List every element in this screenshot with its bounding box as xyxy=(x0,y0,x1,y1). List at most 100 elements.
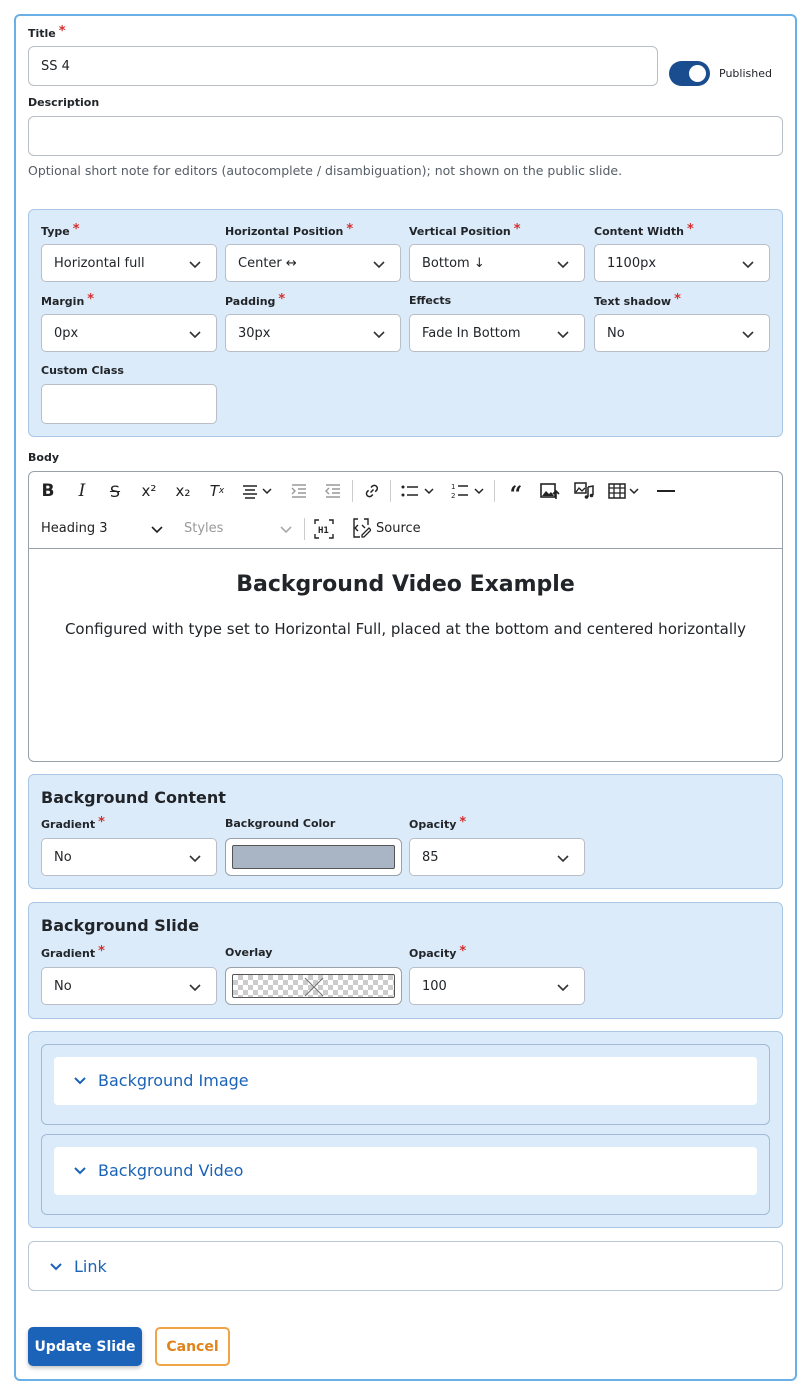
toggle-knob xyxy=(689,65,706,82)
title-label: Title * xyxy=(28,24,66,40)
margin-label: Margin * xyxy=(41,292,95,308)
hpos-select[interactable]: Center ↔ xyxy=(225,244,401,282)
bg-slide-gradient-select[interactable]: No xyxy=(41,967,217,1005)
type-label: Type * xyxy=(41,222,80,238)
type-select[interactable]: Horizontal full xyxy=(41,244,217,282)
published-toggle[interactable] xyxy=(669,61,710,86)
transparent-swatch xyxy=(232,974,395,998)
padding-label: Padding * xyxy=(225,292,286,308)
italic-icon[interactable]: I xyxy=(69,479,95,503)
chevron-down-icon xyxy=(189,331,201,339)
content-heading[interactable]: Background Video Example xyxy=(29,572,782,597)
description-input[interactable] xyxy=(28,116,783,156)
bulleted-list-icon[interactable] xyxy=(397,479,423,503)
rich-text-editor[interactable]: B I S x² x₂ Tx 12 “ Heading 3 Styles H1 … xyxy=(28,471,783,762)
effects-label: Effects xyxy=(409,294,452,307)
color-swatch xyxy=(232,845,395,869)
content-paragraph[interactable]: Configured with type set to Horizontal F… xyxy=(29,620,782,638)
editor-divider xyxy=(29,548,782,549)
chevron-down-icon xyxy=(557,984,569,992)
numbered-list-icon[interactable]: 12 xyxy=(447,479,473,503)
insert-image-icon[interactable] xyxy=(537,479,563,503)
chevron-down-icon[interactable] xyxy=(626,479,642,503)
toolbar-divider xyxy=(494,480,495,502)
bg-color-label: Background Color xyxy=(225,817,336,830)
padding-select[interactable]: 30px xyxy=(225,314,401,352)
strikethrough-icon[interactable]: S xyxy=(102,479,128,503)
editor-toolbar-row-2: Heading 3 Styles H1 Source xyxy=(29,510,782,548)
chevron-down-icon xyxy=(742,261,754,269)
chevron-down-icon[interactable] xyxy=(421,479,437,503)
published-label: Published xyxy=(719,67,772,80)
subscript-icon[interactable]: x₂ xyxy=(170,479,196,503)
cancel-button[interactable]: Cancel xyxy=(155,1327,230,1366)
bg-content-opacity-label: Opacity * xyxy=(409,815,467,831)
source-button[interactable]: Source xyxy=(376,521,421,536)
chevron-down-icon xyxy=(189,984,201,992)
bg-content-opacity-select[interactable]: 85 xyxy=(409,838,585,876)
width-label: Content Width * xyxy=(594,222,694,238)
chevron-down-icon xyxy=(373,261,385,269)
background-video-accordion[interactable]: Background Video xyxy=(54,1147,757,1195)
body-label: Body xyxy=(28,451,59,464)
chevron-down-icon xyxy=(557,331,569,339)
shadow-select[interactable]: No xyxy=(594,314,770,352)
chevron-down-icon xyxy=(74,1077,86,1085)
chevron-down-icon[interactable] xyxy=(151,525,163,535)
link-accordion[interactable]: Link xyxy=(28,1241,783,1291)
svg-text:2: 2 xyxy=(451,492,455,500)
bg-slide-gradient-label: Gradient * xyxy=(41,944,105,960)
source-icon[interactable] xyxy=(351,518,372,542)
outdent-icon[interactable] xyxy=(320,479,346,503)
bg-slide-opacity-select[interactable]: 100 xyxy=(409,967,585,1005)
insert-media-icon[interactable] xyxy=(571,479,597,503)
chevron-down-icon[interactable] xyxy=(259,479,275,503)
bg-content-gradient-select[interactable]: No xyxy=(41,838,217,876)
chevron-down-icon xyxy=(74,1167,86,1175)
custom-class-input[interactable] xyxy=(41,384,217,424)
show-blocks-icon[interactable]: H1 xyxy=(311,517,337,541)
chevron-down-icon xyxy=(50,1263,62,1271)
custom-class-label: Custom Class xyxy=(41,364,124,377)
overlay-label: Overlay xyxy=(225,946,273,959)
chevron-down-icon xyxy=(373,331,385,339)
horizontal-line-icon[interactable] xyxy=(653,479,679,503)
toolbar-divider xyxy=(390,480,391,502)
effects-select[interactable]: Fade In Bottom xyxy=(409,314,585,352)
bg-slide-opacity-label: Opacity * xyxy=(409,944,467,960)
hpos-label: Horizontal Position * xyxy=(225,222,354,238)
chevron-down-icon xyxy=(742,331,754,339)
chevron-down-icon[interactable] xyxy=(471,479,487,503)
vpos-select[interactable]: Bottom ↓ xyxy=(409,244,585,282)
update-slide-button[interactable]: Update Slide xyxy=(28,1327,142,1366)
margin-select[interactable]: 0px xyxy=(41,314,217,352)
toolbar-divider xyxy=(304,518,305,540)
svg-text:1: 1 xyxy=(451,483,455,491)
indent-icon[interactable] xyxy=(286,479,312,503)
background-video-label: Background Video xyxy=(98,1161,244,1180)
superscript-icon[interactable]: x² xyxy=(136,479,162,503)
title-input[interactable]: SS 4 xyxy=(28,46,658,86)
editor-toolbar-row-1: B I S x² x₂ Tx 12 “ xyxy=(29,472,782,510)
description-help: Optional short note for editors (autocom… xyxy=(28,163,623,178)
heading-select[interactable]: Heading 3 xyxy=(41,521,108,536)
bold-icon[interactable]: B xyxy=(35,479,61,503)
bg-content-gradient-label: Gradient * xyxy=(41,815,105,831)
link-label: Link xyxy=(74,1257,107,1276)
shadow-label: Text shadow * xyxy=(594,292,681,308)
background-content-title: Background Content xyxy=(41,788,226,807)
link-icon[interactable] xyxy=(359,479,385,503)
remove-format-icon[interactable]: Tx xyxy=(204,479,230,503)
chevron-down-icon xyxy=(557,261,569,269)
overlay-color-picker[interactable] xyxy=(225,967,402,1005)
background-image-accordion[interactable]: Background Image xyxy=(54,1057,757,1105)
description-label: Description xyxy=(28,96,100,109)
background-slide-title: Background Slide xyxy=(41,916,200,935)
bg-color-picker[interactable] xyxy=(225,838,402,876)
styles-select[interactable]: Styles xyxy=(184,521,223,536)
width-select[interactable]: 1100px xyxy=(594,244,770,282)
svg-text:H1: H1 xyxy=(318,526,329,536)
chevron-down-icon[interactable] xyxy=(280,525,292,535)
chevron-down-icon xyxy=(189,261,201,269)
blockquote-icon[interactable]: “ xyxy=(503,479,529,508)
